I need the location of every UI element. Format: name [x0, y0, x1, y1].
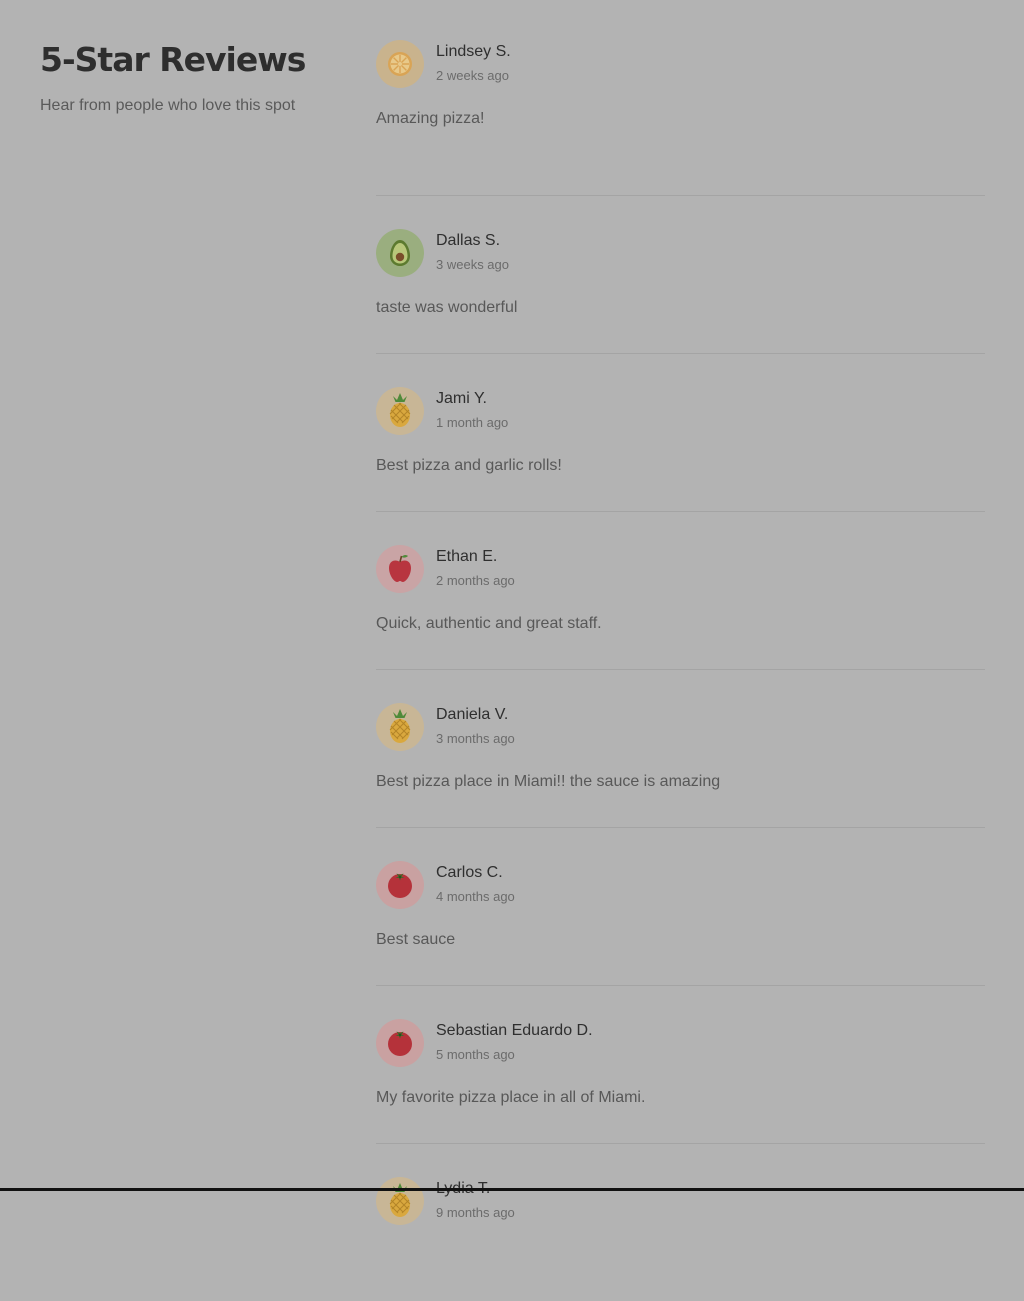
review-item: Carlos C. 4 months ago Best sauce	[376, 828, 985, 986]
reviewer-name: Carlos C.	[436, 864, 503, 881]
reviewer-name: Dallas S.	[436, 232, 501, 249]
review-text: Quick, authentic and great staff.	[376, 615, 602, 632]
review-text: taste was wonderful	[376, 299, 518, 316]
review-item: Jami Y. 1 month ago Best pizza and garli…	[376, 354, 985, 512]
reviews-header: 5-Star Reviews Hear from people who love…	[40, 38, 340, 116]
pineapple-icon	[376, 703, 424, 751]
reviewer-name: Jami Y.	[436, 390, 487, 407]
review-date: 1 month ago	[436, 415, 509, 430]
reviewer-name: Daniela V.	[436, 706, 509, 723]
review-text: My favorite pizza place in all of Miami.	[376, 1089, 646, 1106]
review-list: Lindsey S. 2 weeks ago Amazing pizza! Da…	[376, 39, 985, 1301]
reviewer-name: Lindsey S.	[436, 43, 511, 60]
tomato-icon	[376, 1019, 424, 1067]
avocado-icon	[376, 229, 424, 277]
page-subtitle: Hear from people who love this spot	[40, 97, 296, 114]
review-date: 5 months ago	[436, 1047, 515, 1062]
review-item: Dallas S. 3 weeks ago taste was wonderfu…	[376, 196, 985, 354]
review-item: Daniela V. 3 months ago Best pizza place…	[376, 670, 985, 828]
review-text: Best sauce	[376, 931, 456, 948]
review-date: 2 weeks ago	[436, 68, 509, 83]
reviewer-name: Sebastian Eduardo D.	[436, 1022, 593, 1039]
review-text: Best pizza place in Miami!! the sauce is…	[376, 773, 721, 790]
review-date: 3 months ago	[436, 731, 515, 746]
pineapple-icon	[376, 1177, 424, 1225]
review-item: Sebastian Eduardo D. 5 months ago My fav…	[376, 986, 985, 1144]
tomato-icon	[376, 861, 424, 909]
review-date: 4 months ago	[436, 889, 515, 904]
review-date: 9 months ago	[436, 1205, 515, 1220]
review-item: Lydia T. 9 months ago	[376, 1144, 985, 1301]
review-date: 2 months ago	[436, 573, 515, 588]
orange-slice-icon	[376, 40, 424, 88]
apple-icon	[376, 545, 424, 593]
review-item: Ethan E. 2 months ago Quick, authentic a…	[376, 512, 985, 670]
pineapple-icon	[376, 387, 424, 435]
reviewer-name: Ethan E.	[436, 548, 498, 565]
page-title: 5-Star Reviews	[40, 40, 306, 79]
review-date: 3 weeks ago	[436, 257, 509, 272]
review-text: Best pizza and garlic rolls!	[376, 457, 562, 474]
review-text: Amazing pizza!	[376, 110, 485, 127]
review-item: Lindsey S. 2 weeks ago Amazing pizza!	[376, 39, 985, 196]
